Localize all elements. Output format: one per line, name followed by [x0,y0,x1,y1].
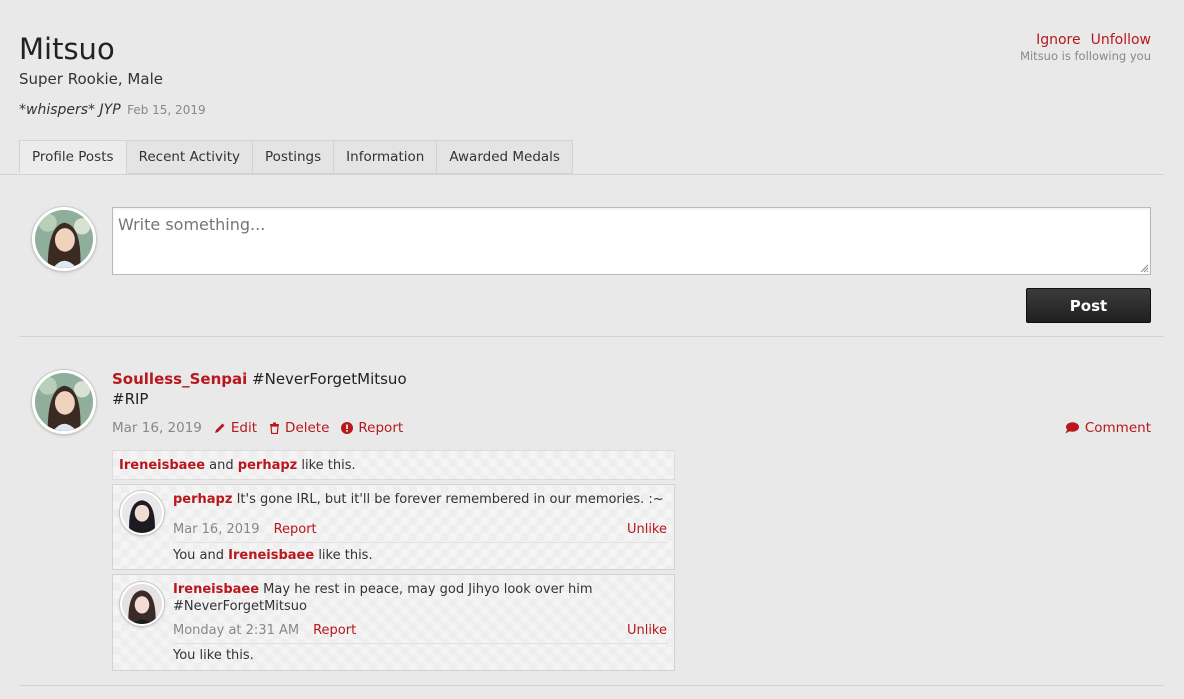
comment-separator [173,643,668,644]
comment-time[interactable]: Mar 16, 2019 [173,522,260,537]
like-user-perhapz[interactable]: perhapz [238,458,297,473]
post-button[interactable]: Post [1026,288,1151,323]
message-text-line1: #NeverForgetMitsuo [247,370,407,388]
edit-button[interactable]: Edit [214,420,257,436]
like-user-ireneisbaee[interactable]: Ireneisbaee [119,458,205,473]
comment-unlike-link[interactable]: Unlike [627,623,667,638]
message-meta: Mar 16, 2019 Edit Delete Report [112,420,403,436]
profile-status: *whispers* JYP Feb 15, 2019 [19,102,206,118]
message-likes: Ireneisbaee and perhapz like this. [112,450,675,480]
status-date[interactable]: Feb 15, 2019 [127,103,206,117]
comment-button[interactable]: Comment [1065,420,1151,436]
comment-like-user[interactable]: Ireneisbaee [228,548,314,563]
comment-avatar[interactable] [120,582,164,626]
message-avatar[interactable] [32,370,96,434]
tab-profile-posts[interactable]: Profile Posts [19,140,127,174]
tabs-divider [0,174,1164,175]
message-author[interactable]: Soulless_Senpai [112,370,247,388]
speech-bubble-icon [1065,422,1079,434]
comment-author[interactable]: perhapz [173,492,232,507]
ignore-link[interactable]: Ignore [1036,32,1081,48]
comment-author[interactable]: Ireneisbaee [173,582,259,597]
tab-recent-activity[interactable]: Recent Activity [126,140,253,174]
profile-subtitle: Super Rookie, Male [19,70,163,88]
unfollow-link[interactable]: Unfollow [1091,32,1151,48]
comment-meta: Monday at 2:31 AM Report [173,623,356,638]
comment-meta: Mar 16, 2019 Report [173,522,317,537]
edit-label: Edit [230,420,258,436]
tab-postings[interactable]: Postings [253,140,335,174]
message-text-line2: #RIP [112,390,149,408]
comment-time[interactable]: Monday at 2:31 AM [173,623,299,638]
comment-item: perhapz It's gone IRL, but it'll be fore… [112,484,675,570]
comment-likes-prefix: You and [173,548,229,563]
comment-item: Ireneisbaee May he rest in peace, may go… [112,574,675,671]
message-date[interactable]: Mar 16, 2019 [112,420,202,436]
report-button[interactable]: Report [341,420,403,436]
composer-avatar[interactable] [32,207,96,271]
comment-unlike-link[interactable]: Unlike [627,522,667,537]
message-text: Soulless_Senpai #NeverForgetMitsuo [112,370,407,388]
composer-divider [19,336,1164,337]
comment-report-link[interactable]: Report [313,623,356,638]
likes-suffix: like this. [297,458,356,473]
pencil-icon [214,423,225,433]
profile-name: Mitsuo [19,32,115,66]
message-divider [19,685,1164,686]
delete-label: Delete [285,420,330,436]
header-actions: Ignore Unfollow Mitsuo is following you [1020,32,1151,63]
tab-information[interactable]: Information [334,140,438,174]
comment-text: perhapz It's gone IRL, but it'll be fore… [173,491,668,508]
delete-button[interactable]: Delete [269,420,329,436]
comment-label: Comment [1084,420,1151,436]
comment-report-link[interactable]: Report [274,522,317,537]
profile-tabs: Profile Posts Recent Activity Postings I… [19,140,573,174]
comment-body: It's gone IRL, but it'll be forever reme… [232,492,664,507]
alert-icon [341,422,354,434]
status-text: *whispers* JYP [19,102,121,118]
likes-and: and [205,458,238,473]
follow-note: Mitsuo is following you [1020,49,1151,63]
comment-text: Ireneisbaee May he rest in peace, may go… [173,581,668,615]
tab-awarded-medals[interactable]: Awarded Medals [437,140,573,174]
report-label: Report [358,420,404,436]
comment-avatar[interactable] [120,491,164,535]
comment-separator [173,542,668,543]
resize-grip-icon[interactable] [1139,263,1149,273]
comment-likes: You like this. [173,648,254,663]
trash-icon [270,422,280,434]
comment-likes: You and Ireneisbaee like this. [173,548,373,563]
profile-post-input[interactable] [112,207,1151,275]
comment-likes-suffix: like this. [314,548,373,563]
